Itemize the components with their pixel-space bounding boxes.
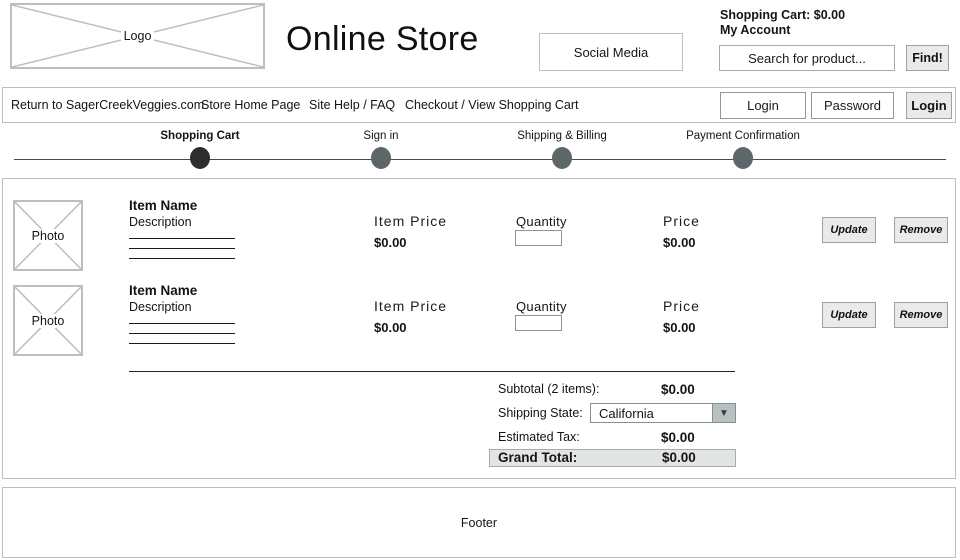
login-button[interactable]: Login xyxy=(906,92,952,119)
price-value: $0.00 xyxy=(663,235,696,250)
price-value: $0.00 xyxy=(663,320,696,335)
description-line xyxy=(129,343,235,344)
footer-label: Footer xyxy=(461,516,497,530)
step-label: Payment Confirmation xyxy=(658,130,828,142)
description-line xyxy=(129,323,235,324)
step-dot-icon xyxy=(733,147,753,169)
description-line xyxy=(129,248,235,249)
cart-status-link[interactable]: Shopping Cart: $0.00 xyxy=(720,8,845,23)
online-store-page: Logo Online Store Social Media Shopping … xyxy=(0,0,960,560)
grand-total-bar: Grand Total: $0.00 xyxy=(489,449,736,467)
grand-total-value: $0.00 xyxy=(662,450,696,465)
step-label: Shipping & Billing xyxy=(477,130,647,142)
summary-divider xyxy=(129,371,735,372)
price-label: Price xyxy=(663,298,700,314)
update-button[interactable]: Update xyxy=(822,302,876,328)
dropdown-arrow-icon[interactable]: ▼ xyxy=(712,404,735,422)
item-price-label: Item Price xyxy=(374,298,447,314)
step-label: Sign in xyxy=(296,130,466,142)
description-line xyxy=(129,333,235,334)
login-password-input[interactable] xyxy=(811,92,894,119)
checkout-progress: Shopping Cart Sign in Shipping & Billing… xyxy=(0,130,960,176)
step-dot-icon xyxy=(190,147,210,169)
step-dot-icon xyxy=(371,147,391,169)
remove-button[interactable]: Remove xyxy=(894,302,948,328)
step-dot-icon xyxy=(552,147,572,169)
grand-total-label: Grand Total: xyxy=(498,450,577,465)
my-account-link[interactable]: My Account xyxy=(720,23,790,38)
footer: Footer xyxy=(2,487,956,558)
photo-label: Photo xyxy=(15,287,81,354)
cart-panel: Photo Item Name Description Item Price $… xyxy=(2,178,956,479)
logo-label: Logo xyxy=(12,5,263,67)
page-title: Online Store xyxy=(286,20,479,59)
logo-placeholder: Logo xyxy=(10,3,265,69)
quantity-input[interactable] xyxy=(515,315,562,331)
find-button[interactable]: Find! xyxy=(906,45,949,71)
subtotal-value: $0.00 xyxy=(661,382,695,397)
shipping-state-dropdown[interactable]: California ▼ xyxy=(590,403,736,423)
step-shopping-cart[interactable]: Shopping Cart xyxy=(115,130,285,169)
step-sign-in[interactable]: Sign in xyxy=(296,130,466,169)
social-media-label: Social Media xyxy=(574,45,648,60)
step-label: Shopping Cart xyxy=(115,130,285,142)
item-price-value: $0.00 xyxy=(374,320,407,335)
quantity-label: Quantity xyxy=(516,299,567,314)
cart-item-row: Photo Item Name Description Item Price $… xyxy=(3,198,955,283)
description-line xyxy=(129,238,235,239)
shipping-state-value: California xyxy=(591,404,712,422)
nav-link-site-help[interactable]: Site Help / FAQ xyxy=(309,88,395,122)
estimated-tax-label: Estimated Tax: xyxy=(498,430,580,444)
item-name: Item Name xyxy=(129,198,197,213)
photo-label: Photo xyxy=(15,202,81,269)
item-name: Item Name xyxy=(129,283,197,298)
nav-link-checkout[interactable]: Checkout / View Shopping Cart xyxy=(405,88,578,122)
search-input[interactable] xyxy=(719,45,895,71)
nav-link-store-home[interactable]: Store Home Page xyxy=(201,88,300,122)
nav-link-return-home[interactable]: Return to SagerCreekVeggies.com xyxy=(11,88,204,122)
item-price-value: $0.00 xyxy=(374,235,407,250)
subtotal-label: Subtotal (2 items): xyxy=(498,382,599,396)
price-label: Price xyxy=(663,213,700,229)
update-button[interactable]: Update xyxy=(822,217,876,243)
navbar: Return to SagerCreekVeggies.com Store Ho… xyxy=(2,87,956,123)
quantity-label: Quantity xyxy=(516,214,567,229)
item-photo-placeholder: Photo xyxy=(13,200,83,271)
estimated-tax-value: $0.00 xyxy=(661,430,695,445)
item-photo-placeholder: Photo xyxy=(13,285,83,356)
step-shipping-billing[interactable]: Shipping & Billing xyxy=(477,130,647,169)
description-line xyxy=(129,258,235,259)
quantity-input[interactable] xyxy=(515,230,562,246)
login-username-input[interactable] xyxy=(720,92,806,119)
item-price-label: Item Price xyxy=(374,213,447,229)
shipping-state-label: Shipping State: xyxy=(498,406,583,420)
item-description: Description xyxy=(129,300,192,314)
cart-item-row: Photo Item Name Description Item Price $… xyxy=(3,283,955,368)
item-description: Description xyxy=(129,215,192,229)
step-payment-confirmation[interactable]: Payment Confirmation xyxy=(658,130,828,169)
social-media-box[interactable]: Social Media xyxy=(539,33,683,71)
remove-button[interactable]: Remove xyxy=(894,217,948,243)
